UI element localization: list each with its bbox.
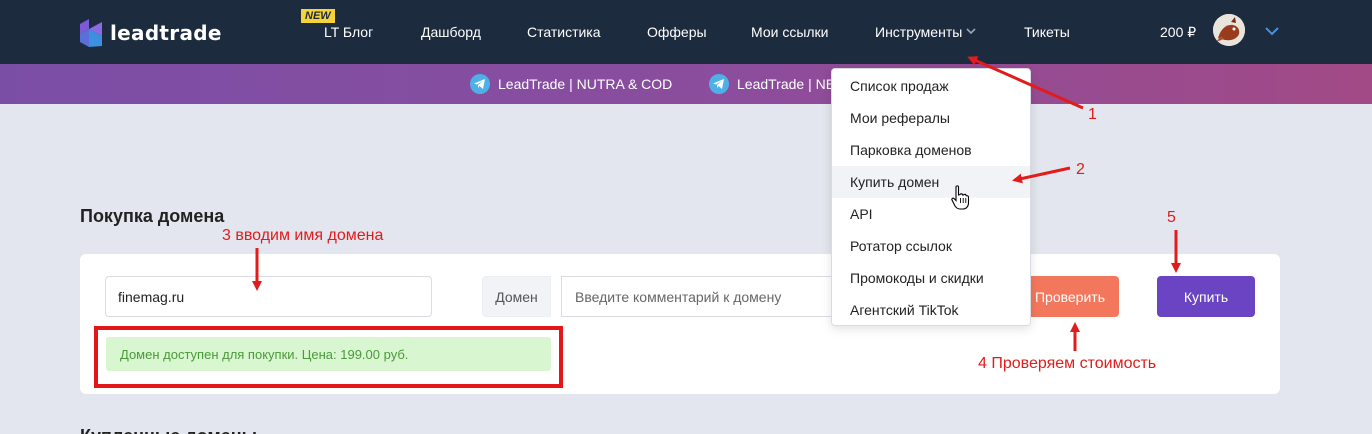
user-menu-chevron-icon[interactable]: [1264, 25, 1280, 37]
nav-dashboard[interactable]: Дашборд: [421, 24, 481, 40]
chevron-down-icon[interactable]: [966, 28, 976, 35]
annotation-step4: 4 Проверяем стоимость: [978, 355, 1157, 372]
menu-item-buy-domain[interactable]: Купить домен: [832, 166, 1030, 198]
menu-item-sales-list[interactable]: Список продаж: [832, 70, 1030, 102]
purchased-domains-title: Купленные домены: [80, 426, 257, 434]
annotation-step2: 2: [1076, 161, 1085, 178]
annotation-step5: 5: [1167, 209, 1176, 226]
top-navbar: leadtrade NEW LT Блог Дашборд Статистика…: [0, 0, 1372, 64]
menu-item-promo-codes[interactable]: Промокоды и скидки: [832, 262, 1030, 294]
tools-dropdown-menu: Список продаж Мои рефералы Парковка доме…: [831, 68, 1031, 326]
nav-tools[interactable]: Инструменты: [875, 24, 962, 40]
menu-item-link-rotator[interactable]: Ротатор ссылок: [832, 230, 1030, 262]
nav-my-links[interactable]: Мои ссылки: [751, 24, 829, 40]
telegram-channel-label: LeadTrade | NUTRA & COD: [498, 76, 673, 92]
menu-item-domain-parking[interactable]: Парковка доменов: [832, 134, 1030, 166]
menu-item-api[interactable]: API: [832, 198, 1030, 230]
domain-addon-label: Домен: [482, 276, 551, 317]
telegram-icon: [470, 74, 490, 94]
nav-lt-blog[interactable]: LT Блог: [324, 24, 373, 40]
page-title: Покупка домена: [80, 206, 225, 226]
menu-item-my-referrals[interactable]: Мои рефералы: [832, 102, 1030, 134]
telegram-channel-link[interactable]: LeadTrade | NUTRA & COD: [470, 74, 672, 94]
nav-offers[interactable]: Офферы: [647, 24, 707, 40]
telegram-channel-label: LeadTrade | NE: [737, 76, 836, 92]
buy-button[interactable]: Купить: [1157, 276, 1255, 317]
domain-name-input[interactable]: [105, 276, 432, 317]
nav-tickets[interactable]: Тикеты: [1024, 24, 1070, 40]
annotation-step3: 3 вводим имя домена: [222, 227, 384, 244]
telegram-icon: [709, 74, 729, 94]
status-highlight-box: [94, 326, 563, 388]
brand-name: leadtrade: [110, 21, 222, 45]
avatar-image-icon: [1213, 14, 1245, 46]
menu-item-agency-tiktok[interactable]: Агентский TikTok: [832, 294, 1030, 326]
domain-comment-input[interactable]: [561, 276, 851, 317]
balance: 200 ₽: [1160, 24, 1197, 40]
annotation-step1: 1: [1088, 106, 1097, 123]
telegram-channel-link[interactable]: LeadTrade | NE: [709, 74, 835, 94]
avatar[interactable]: [1213, 14, 1245, 46]
check-button[interactable]: Проверить: [1021, 276, 1119, 317]
logo[interactable]: leadtrade: [80, 19, 222, 47]
telegram-banner: LeadTrade | NUTRA & COD LeadTrade | NE: [0, 64, 1372, 104]
hand-cursor-icon: [951, 185, 969, 210]
leadtrade-logo-icon: [80, 19, 102, 47]
new-badge: NEW: [301, 9, 335, 23]
nav-statistics[interactable]: Статистика: [527, 24, 601, 40]
